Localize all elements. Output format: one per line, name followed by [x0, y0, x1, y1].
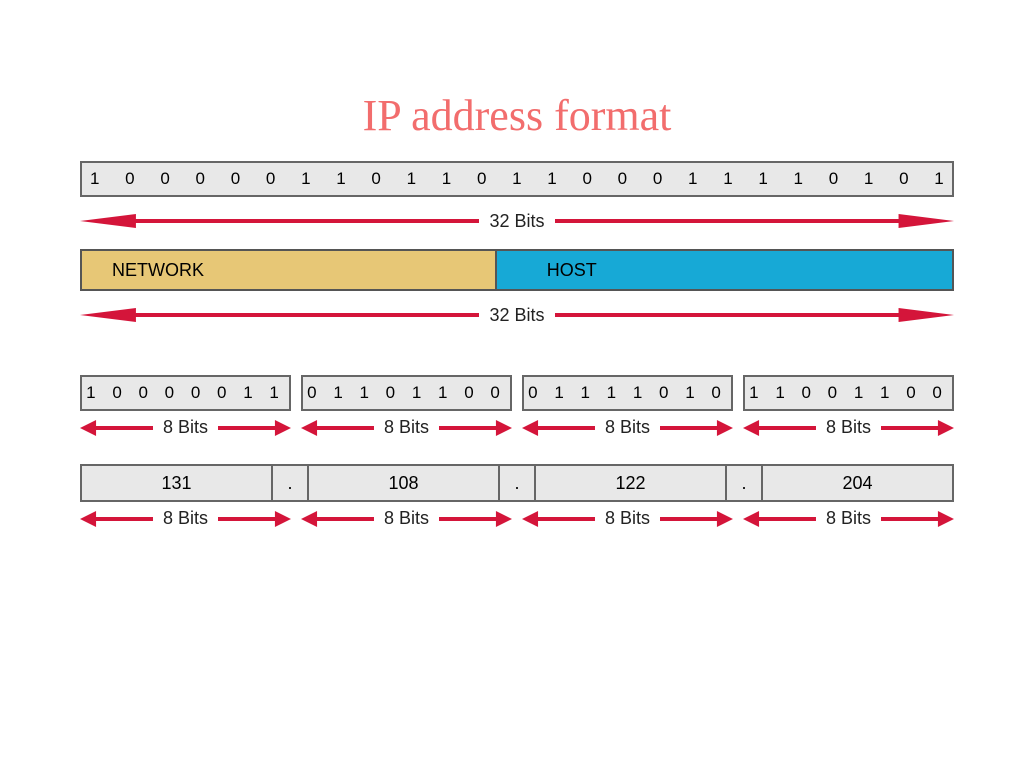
binary-octets-row: 1 0 0 0 0 0 1 1 0 1 1 0 1 1 0 0 0 1 1 1 …	[80, 375, 954, 411]
bits-label: 32 Bits	[479, 305, 554, 326]
bits-label: 8 Bits	[595, 508, 660, 529]
network-segment: NETWORK	[82, 251, 497, 289]
octet-bin: 1 0 0 0 0 0 1 1	[80, 375, 291, 411]
diagram-container: IP address format 1 0 0 0 0 0 1 1 0 1 1 …	[0, 0, 1024, 529]
octet-bin: 0 1 1 0 1 1 0 0	[301, 375, 512, 411]
network-host-bar: NETWORK HOST	[80, 249, 954, 291]
dot-separator: .	[726, 466, 763, 500]
bits-arrow-32-a: 32 Bits	[80, 203, 954, 239]
bits-label: 8 Bits	[153, 508, 218, 529]
decimal-octet: 131	[82, 466, 272, 500]
decimal-octet: 108	[309, 466, 499, 500]
decimal-octet: 204	[763, 466, 952, 500]
bits-label: 8 Bits	[816, 417, 881, 438]
octet-bin: 0 1 1 1 1 0 1 0	[522, 375, 733, 411]
bits-label: 8 Bits	[153, 417, 218, 438]
dot-separator: .	[499, 466, 536, 500]
bits8-arrow-row-a: 8 Bits 8 Bits 8 Bits 8 Bits	[80, 417, 954, 438]
host-segment: HOST	[497, 251, 952, 289]
decimal-octet: 122	[536, 466, 726, 500]
bits-label: 8 Bits	[374, 417, 439, 438]
binary-bits-row: 1 0 0 0 0 0 1 1 0 1 1 0 1 1 0 0 0 1 1 1 …	[80, 161, 954, 197]
bits-label: 8 Bits	[595, 417, 660, 438]
decimal-ip-row: 131 . 108 . 122 . 204	[80, 464, 954, 502]
bits-label: 32 Bits	[479, 211, 554, 232]
bits8-arrow-row-b: 8 Bits 8 Bits 8 Bits 8 Bits	[80, 508, 954, 529]
octet-bin: 1 1 0 0 1 1 0 0	[743, 375, 954, 411]
bits-label: 8 Bits	[374, 508, 439, 529]
page-title: IP address format	[80, 90, 954, 141]
dot-separator: .	[272, 466, 309, 500]
bits-label: 8 Bits	[816, 508, 881, 529]
bits-arrow-32-b: 32 Bits	[80, 297, 954, 333]
